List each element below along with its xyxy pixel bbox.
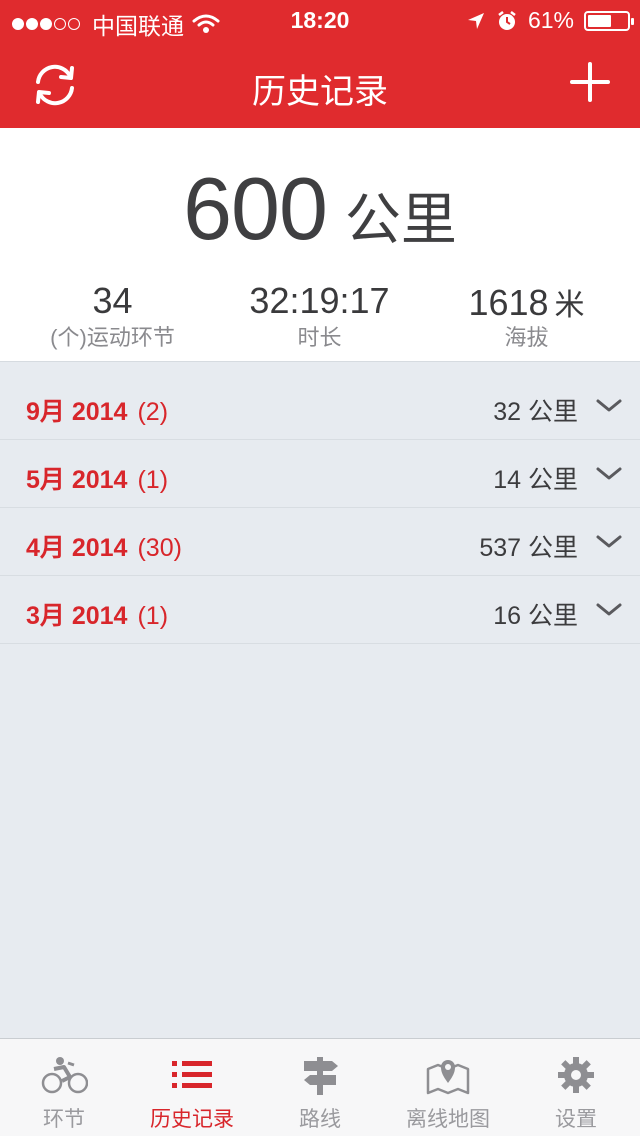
month-list: 9月 2014 (2) 32 公里 5月 2014 (1) 14 公里 4月 201… xyxy=(0,372,640,644)
stat-elevation: 1618 米 海拔 xyxy=(420,280,633,352)
summary-panel: 600 公里 34 (个)运动环节 32:19:17 时长 1618 米 海拔 xyxy=(0,128,640,362)
stat-duration: 32:19:17 时长 xyxy=(213,280,426,352)
tab-bar: 环节 历史记录 路线 离线地图 设置 xyxy=(0,1038,640,1136)
plus-icon[interactable] xyxy=(570,62,610,102)
cycling-icon xyxy=(41,1057,88,1094)
tab-label: 离线地图 xyxy=(406,1108,490,1131)
signpost-icon xyxy=(304,1057,338,1095)
total-distance: 600 公里 xyxy=(0,158,640,260)
stat-label: 海拔 xyxy=(504,325,549,350)
stat-unit: 米 xyxy=(554,289,585,322)
tab-label: 历史记录 xyxy=(150,1108,234,1131)
month-row[interactable]: 3月 2014 (1) 16 公里 xyxy=(0,576,640,644)
navigation-bar: 历史记录 xyxy=(0,40,640,128)
top-bar: 中国联通 18:20 61% 历史记录 xyxy=(0,0,640,128)
session-count: (2) xyxy=(137,398,169,426)
total-distance-unit: 公里 xyxy=(344,188,457,251)
month-distance: 16 公里 xyxy=(493,602,578,630)
session-count: (1) xyxy=(137,602,169,630)
session-count: (30) xyxy=(137,534,182,562)
month-label: 5月 2014 xyxy=(26,466,128,494)
tab-routes[interactable]: 路线 xyxy=(256,1039,384,1136)
tab-history[interactable]: 历史记录 xyxy=(128,1039,256,1136)
chevron-down-icon[interactable] xyxy=(596,534,622,550)
stat-sessions: 34 (个)运动环节 xyxy=(6,280,219,352)
tab-offline-maps[interactable]: 离线地图 xyxy=(384,1039,512,1136)
list-icon xyxy=(172,1061,212,1088)
page-title: 历史记录 xyxy=(252,73,388,111)
status-bar: 中国联通 18:20 61% xyxy=(0,0,640,40)
location-arrow-icon xyxy=(467,12,484,29)
stat-value: 34 xyxy=(92,280,133,321)
battery-percent: 61% xyxy=(527,7,574,33)
month-row[interactable]: 5月 2014 (1) 14 公里 xyxy=(0,440,640,508)
stat-label: 时长 xyxy=(297,325,342,350)
month-label: 9月 2014 xyxy=(26,398,128,426)
stat-value: 32:19:17 xyxy=(249,280,390,321)
battery-icon xyxy=(584,10,634,31)
stat-label: (个)运动环节 xyxy=(50,325,175,350)
month-label: 4月 2014 xyxy=(26,534,128,562)
map-pin-icon xyxy=(426,1060,470,1095)
alarm-icon xyxy=(498,10,516,30)
tab-label: 环节 xyxy=(43,1108,85,1131)
month-distance: 32 公里 xyxy=(493,398,578,426)
month-row[interactable]: 4月 2014 (30) 537 公里 xyxy=(0,508,640,576)
chevron-down-icon[interactable] xyxy=(596,602,622,618)
total-distance-value: 600 xyxy=(183,159,328,258)
tab-label: 路线 xyxy=(299,1108,341,1131)
chevron-down-icon[interactable] xyxy=(596,466,622,482)
gear-icon xyxy=(558,1057,594,1093)
chevron-down-icon[interactable] xyxy=(596,398,622,414)
month-distance: 537 公里 xyxy=(479,534,578,562)
tab-settings[interactable]: 设置 xyxy=(512,1039,640,1136)
month-distance: 14 公里 xyxy=(493,466,578,494)
month-label: 3月 2014 xyxy=(26,602,128,630)
month-row[interactable]: 9月 2014 (2) 32 公里 xyxy=(0,372,640,440)
tab-sessions[interactable]: 环节 xyxy=(0,1039,128,1136)
tab-label: 设置 xyxy=(555,1108,597,1131)
session-count: (1) xyxy=(137,466,169,494)
stat-value: 1618 xyxy=(468,282,549,323)
